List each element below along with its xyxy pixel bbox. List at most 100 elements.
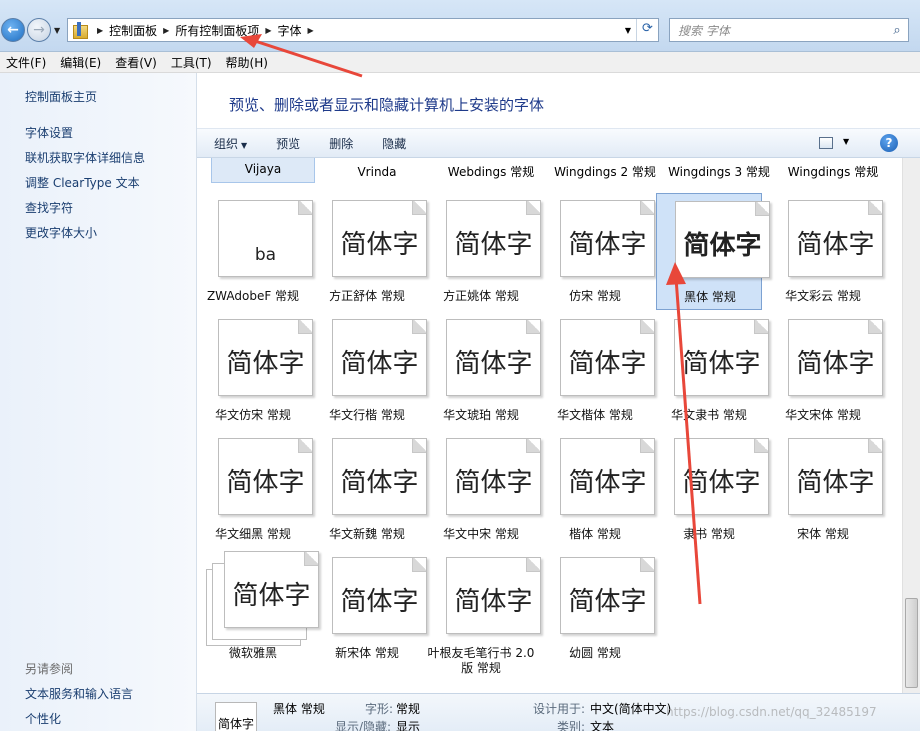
font-tile[interactable]: 简体字 宋体 常规: [770, 431, 883, 548]
font-tile[interactable]: 简体字 幼圆 常规: [542, 550, 655, 667]
category-value: 文本: [590, 720, 615, 731]
font-sample-text: 简体字: [340, 230, 419, 260]
font-item-top[interactable]: Wingdings 2 常规: [553, 164, 657, 180]
forward-button[interactable]: →: [27, 18, 51, 42]
arrow-right-icon: →: [33, 22, 45, 38]
font-tile[interactable]: 简体字 方正姚体 常规: [428, 193, 541, 310]
font-tile[interactable]: 简体字仿宋 常规: [542, 193, 655, 310]
font-item-top[interactable]: Vrinda: [325, 164, 429, 180]
font-tile[interactable]: 简体字 方正舒体 常规: [314, 193, 427, 310]
link-find-character[interactable]: 查找字符: [25, 199, 73, 216]
menu-file[interactable]: 文件(F): [6, 54, 46, 71]
font-tile[interactable]: 简体字 华文细黑 常规: [200, 431, 313, 548]
see-also-heading: 另请参阅: [25, 662, 74, 676]
scrollbar-thumb[interactable]: [905, 598, 918, 688]
font-item-top[interactable]: Vijaya: [211, 158, 315, 183]
font-file-icon: 简体字: [560, 200, 655, 277]
back-button[interactable]: ←: [1, 18, 25, 42]
refresh-icon[interactable]: ⟳: [636, 19, 658, 41]
category-key: 类别:: [557, 720, 586, 731]
font-tile[interactable]: 简体字 华文宋体 常规: [770, 312, 883, 429]
search-box[interactable]: 搜索 字体 ⌕: [669, 18, 909, 42]
menu-edit[interactable]: 编辑(E): [60, 54, 101, 71]
help-icon[interactable]: ?: [880, 134, 898, 152]
menu-view[interactable]: 查看(V): [115, 54, 157, 71]
link-control-panel-home[interactable]: 控制面板主页: [25, 88, 97, 105]
font-tile[interactable]: 简体字 华文新魏 常规: [314, 431, 427, 548]
link-adjust-cleartype[interactable]: 调整 ClearType 文本: [25, 174, 140, 191]
font-file-icon: 简体字: [446, 438, 541, 515]
font-file-icon: 简体字: [218, 438, 313, 515]
breadcrumb[interactable]: ▶ 控制面板 ▶ 所有控制面板项 ▶ 字体 ▶ ▼ ⟳: [67, 18, 659, 42]
link-get-font-info-online[interactable]: 联机获取字体详细信息: [25, 149, 145, 166]
arrow-left-icon: ←: [7, 22, 19, 38]
font-file-icon: ba: [218, 200, 313, 277]
font-tile[interactable]: 简体字 华文仿宋 常规: [200, 312, 313, 429]
delete-button[interactable]: 删除: [329, 135, 353, 152]
font-tile[interactable]: 简体字 华文行楷 常规: [314, 312, 427, 429]
font-file-icon: 简体字: [560, 557, 655, 634]
chevron-right-icon[interactable]: ▶: [265, 26, 271, 35]
address-dropdown[interactable]: ▼: [620, 26, 636, 35]
change-view-icon[interactable]: [819, 137, 833, 149]
font-tile[interactable]: 简体字 华文彩云 常规: [770, 193, 883, 310]
font-sample-text: 简体字: [568, 349, 647, 379]
font-file-icon: 简体字: [224, 551, 319, 628]
font-name-label: 华文琥珀 常规: [443, 408, 519, 422]
preview-button[interactable]: 预览: [276, 135, 300, 152]
font-tile[interactable]: 简体字 叶根友毛笔行书 2.0版 常规: [428, 550, 541, 675]
style-value: 常规: [396, 702, 421, 716]
link-personalization[interactable]: 个性化: [25, 710, 61, 727]
font-sample-text: ba: [254, 245, 277, 265]
control-panel-folder-icon: [73, 22, 88, 39]
font-tile[interactable]: 简体字 华文楷体 常规: [542, 312, 655, 429]
menu-help[interactable]: 帮助(H): [226, 54, 268, 71]
font-file-icon: 简体字: [788, 200, 883, 277]
search-icon[interactable]: ⌕: [886, 23, 908, 38]
font-sample-text: 简体字: [454, 468, 533, 498]
font-item-top[interactable]: Wingdings 3 常规: [667, 164, 771, 180]
breadcrumb-control-panel[interactable]: 控制面板: [109, 22, 157, 39]
font-file-icon: 简体字: [446, 557, 541, 634]
breadcrumb-all-items[interactable]: 所有控制面板项: [175, 22, 259, 39]
show-hide-key: 显示/隐藏:: [335, 720, 392, 731]
font-tile[interactable]: 简体字 黑体 常规: [656, 193, 770, 310]
font-tile[interactable]: 简体字 华文琥珀 常规: [428, 312, 541, 429]
breadcrumb-fonts[interactable]: 字体: [278, 22, 302, 39]
chevron-right-icon[interactable]: ▶: [163, 26, 169, 35]
hide-button[interactable]: 隐藏: [382, 135, 406, 152]
font-sample-text: 简体字: [796, 230, 875, 260]
font-tile[interactable]: ba ZWAdobeF 常规: [200, 193, 313, 310]
font-sample-text: 简体字: [568, 587, 647, 617]
view-options-dropdown[interactable]: ▼: [843, 137, 849, 146]
chevron-right-icon[interactable]: ▶: [308, 26, 314, 35]
organize-button[interactable]: 组织 ▼: [214, 135, 247, 152]
font-tile[interactable]: 简体字 楷体 常规: [542, 431, 655, 548]
chevron-right-icon[interactable]: ▶: [97, 26, 103, 35]
link-font-settings[interactable]: 字体设置: [25, 124, 73, 141]
font-tile[interactable]: 简体字 华文隶书 常规: [656, 312, 769, 429]
page-title: 预览、删除或者显示和隐藏计算机上安装的字体: [229, 96, 545, 114]
selected-font-name: 黑体 常规: [273, 702, 325, 716]
font-sample-text: 简体字: [568, 468, 647, 498]
font-sample-text: 简体字: [454, 587, 533, 617]
search-input[interactable]: 搜索 字体: [678, 22, 886, 39]
font-sample-text: 简体字: [682, 349, 761, 379]
font-name-label: 华文仿宋 常规: [215, 408, 291, 422]
font-sample-text: 简体字: [683, 231, 762, 261]
menu-tools[interactable]: 工具(T): [171, 54, 212, 71]
font-tile[interactable]: 简体字 微软雅黑: [200, 550, 319, 667]
font-item-top[interactable]: Webdings 常规: [439, 164, 543, 180]
font-name-label: 仿宋 常规: [569, 289, 621, 303]
font-tile[interactable]: 简体字 华文中宋 常规: [428, 431, 541, 548]
font-tile[interactable]: 简体字 新宋体 常规: [314, 550, 427, 667]
font-file-icon: 简体字: [560, 319, 655, 396]
font-tile[interactable]: 简体字 隶书 常规: [656, 431, 769, 548]
link-change-font-size[interactable]: 更改字体大小: [25, 224, 97, 241]
recent-pages-dropdown[interactable]: ▼: [54, 26, 60, 35]
link-text-services[interactable]: 文本服务和输入语言: [25, 685, 133, 702]
font-item-top[interactable]: Wingdings 常规: [781, 164, 885, 180]
vertical-scrollbar[interactable]: [902, 158, 920, 693]
font-sample-text: 简体字: [226, 468, 305, 498]
address-bar: ← → ▼ ▶ 控制面板 ▶ 所有控制面板项 ▶ 字体 ▶ ▼ ⟳ 搜索 字体 …: [0, 0, 920, 52]
